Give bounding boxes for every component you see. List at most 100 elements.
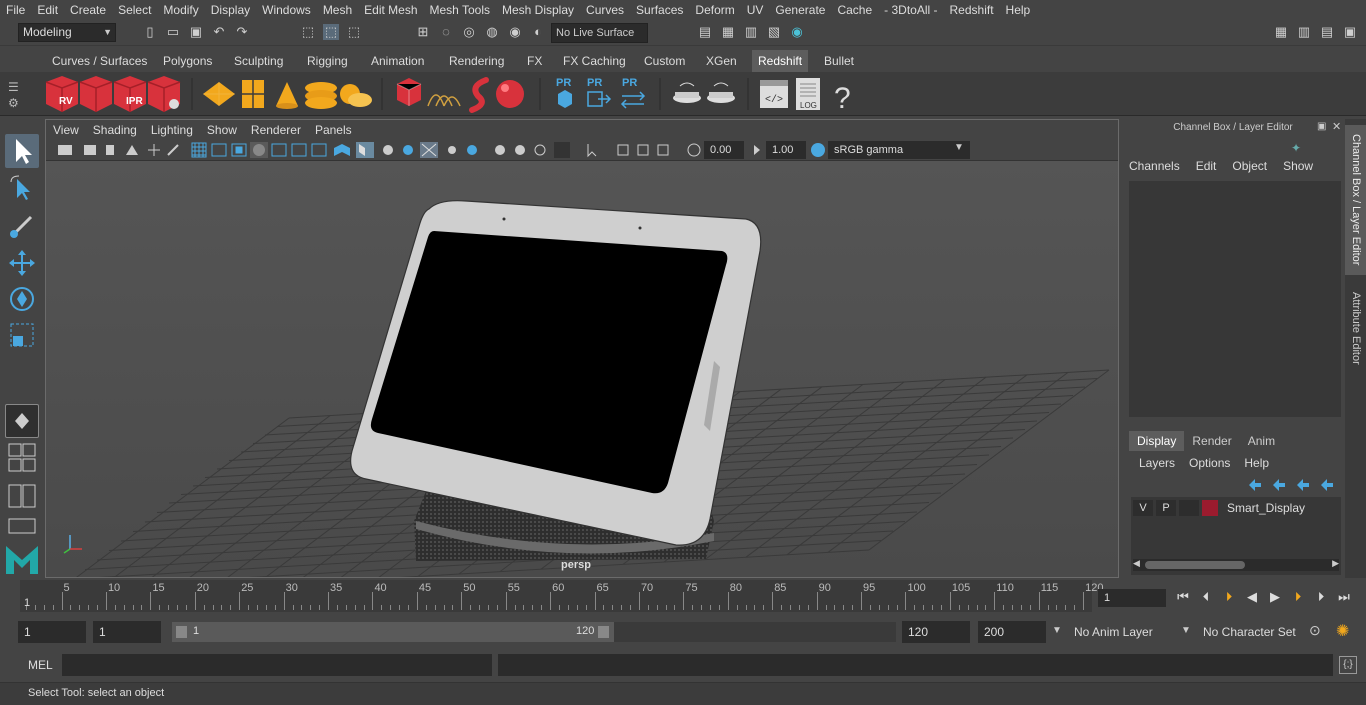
viewport-panel[interactable]: View Shading Lighting Show Renderer Panels (45, 119, 1119, 578)
go-to-start-icon[interactable]: ⏮ (1174, 588, 1192, 606)
step-back-key-icon[interactable]: ⏵ (1220, 588, 1238, 606)
scrollbar-thumb[interactable] (1145, 561, 1245, 569)
menu-edit[interactable]: Edit (31, 3, 64, 17)
snap-grid-icon[interactable]: ⊞ (415, 24, 431, 40)
tab-attribute-editor[interactable]: Attribute Editor (1345, 283, 1366, 373)
lasso-tool-icon[interactable] (5, 172, 39, 206)
viewport-menu-lighting[interactable]: Lighting (144, 123, 200, 137)
shelf-tab-bullet[interactable]: Bullet (818, 50, 860, 72)
make-live-icon[interactable]: ◐ (530, 24, 546, 40)
menu-mesh-tools[interactable]: Mesh Tools (424, 3, 496, 17)
menu-help[interactable]: Help (1000, 3, 1037, 17)
toggle-panel-icon-2[interactable]: ▤ (1319, 24, 1335, 40)
scroll-right-icon[interactable]: ▶ (1332, 558, 1339, 569)
shelf-tab-animation[interactable]: Animation (365, 50, 430, 72)
anim-prefs-icon[interactable]: ✺ (1336, 621, 1349, 641)
step-forward-key-icon[interactable]: ⏵ (1289, 588, 1307, 606)
menu-create[interactable]: Create (64, 3, 112, 17)
range-slider[interactable]: 1 120 (172, 622, 614, 642)
viewport-scene[interactable] (46, 161, 1118, 578)
mode-selector[interactable]: Modeling ▼ (18, 23, 116, 42)
snap-surface-icon[interactable]: ◉ (507, 24, 523, 40)
layer-visibility-toggle[interactable]: V (1133, 500, 1153, 516)
menu-file[interactable]: File (0, 3, 31, 17)
shelf-tab-rendering[interactable]: Rendering (443, 50, 510, 72)
shelf-tab-custom[interactable]: Custom (638, 50, 691, 72)
layer-menu-layers[interactable]: Layers (1139, 456, 1175, 470)
shelf-tab-xgen[interactable]: XGen (700, 50, 743, 72)
viewport-menu-show[interactable]: Show (200, 123, 244, 137)
menu-generate[interactable]: Generate (769, 3, 831, 17)
viewport-menu-view[interactable]: View (46, 123, 86, 137)
go-to-end-icon[interactable]: ⏭ (1335, 588, 1353, 606)
layer-scrollbar[interactable]: ◀ ▶ (1133, 558, 1339, 571)
layout-pane-icon[interactable] (8, 484, 36, 508)
shelf-tab-sculpting[interactable]: Sculpting (228, 50, 289, 72)
shelf-tab-polygons[interactable]: Polygons (157, 50, 218, 72)
viewport-toolbar-icons[interactable] (54, 142, 954, 158)
shelf-tab-curves-surfaces[interactable]: Curves / Surfaces (46, 50, 153, 72)
layer-tab-anim[interactable]: Anim (1240, 431, 1283, 451)
select-hierarchy-icon[interactable]: ⬚ (300, 24, 316, 40)
move-tool-icon[interactable] (5, 246, 39, 280)
range-start-handle[interactable] (176, 626, 187, 638)
command-input[interactable] (62, 654, 492, 676)
new-scene-icon[interactable]: ▯ (142, 24, 158, 40)
layer-tab-render[interactable]: Render (1184, 431, 1239, 451)
playback-start-field[interactable]: 1 (93, 621, 161, 643)
character-set-select[interactable]: No Character Set (1197, 621, 1305, 643)
exposure-field[interactable]: 0.00 (704, 141, 744, 159)
shelf-tab-fx-caching[interactable]: FX Caching (557, 50, 632, 72)
layer-color-swatch[interactable] (1202, 500, 1218, 516)
toggle-panel-icon-3[interactable]: ▣ (1342, 24, 1358, 40)
channel-menu-edit[interactable]: Edit (1196, 159, 1217, 173)
menu-mesh-display[interactable]: Mesh Display (496, 3, 580, 17)
color-space-select[interactable]: sRGB gamma (828, 141, 970, 159)
menu-windows[interactable]: Windows (256, 3, 317, 17)
snap-view-icon[interactable]: ◍ (484, 24, 500, 40)
script-language-label[interactable]: MEL (28, 658, 53, 672)
undo-icon[interactable]: ↶ (211, 24, 227, 40)
shelf-menu-icon[interactable]: ☰ (8, 80, 19, 94)
menu-uv[interactable]: UV (741, 3, 770, 17)
rotate-tool-icon[interactable] (5, 282, 39, 316)
select-object-icon[interactable]: ⬚ (323, 24, 339, 40)
viewport-menu-panels[interactable]: Panels (308, 123, 359, 137)
time-slider[interactable]: 5 10 15 20 25 30 35 40 45 50 55 60 65 70 75 80 85 90 95 100… (0, 580, 1366, 616)
menu-cache[interactable]: Cache (831, 3, 878, 17)
channel-icon[interactable]: ✦ (1291, 141, 1301, 155)
single-pane-icon[interactable] (5, 404, 39, 438)
auto-key-icon[interactable]: ⊙ (1309, 622, 1321, 639)
play-backward-icon[interactable]: ◀ (1243, 588, 1261, 606)
four-pane-icon[interactable] (8, 443, 36, 473)
workspace-icon[interactable]: ▦ (1273, 24, 1289, 40)
close-icon[interactable]: ✕ (1332, 120, 1341, 133)
hypershade-icon[interactable]: ◉ (789, 24, 805, 40)
snap-curve-icon[interactable]: ◌ (438, 24, 454, 40)
viewport-menu-shading[interactable]: Shading (86, 123, 144, 137)
scroll-left-icon[interactable]: ◀ (1133, 558, 1140, 569)
layer-row[interactable]: V P Smart_Display (1133, 499, 1339, 517)
end-time-field[interactable]: 200 (978, 621, 1046, 643)
render-settings-icon[interactable]: ▧ (766, 24, 782, 40)
menu-redshift[interactable]: Redshift (944, 3, 1000, 17)
menu-select[interactable]: Select (112, 3, 157, 17)
select-tool-icon[interactable] (5, 134, 39, 168)
layer-list[interactable]: V P Smart_Display ◀ ▶ (1131, 497, 1341, 575)
float-icon[interactable]: ▣ (1317, 121, 1326, 132)
tab-channel-box[interactable]: Channel Box / Layer Editor (1345, 125, 1366, 275)
shelf-tab-rigging[interactable]: Rigging (301, 50, 354, 72)
redo-icon[interactable]: ↷ (234, 24, 250, 40)
layer-name[interactable]: Smart_Display (1227, 501, 1305, 515)
range-slider-track[interactable] (614, 622, 896, 642)
render-view-icon[interactable]: ▤ (697, 24, 713, 40)
shelf-settings-icon[interactable]: ⚙ (8, 96, 19, 110)
layer-action-icons[interactable] (1245, 477, 1345, 491)
ipr-render-icon[interactable]: ▥ (743, 24, 759, 40)
menu-curves[interactable]: Curves (580, 3, 630, 17)
toggle-panel-icon[interactable]: ▥ (1296, 24, 1312, 40)
menu-mesh[interactable]: Mesh (317, 3, 358, 17)
script-editor-icon[interactable]: {;} (1339, 656, 1357, 674)
open-scene-icon[interactable]: ▭ (165, 24, 181, 40)
live-surface-field[interactable]: No Live Surface (551, 23, 648, 43)
